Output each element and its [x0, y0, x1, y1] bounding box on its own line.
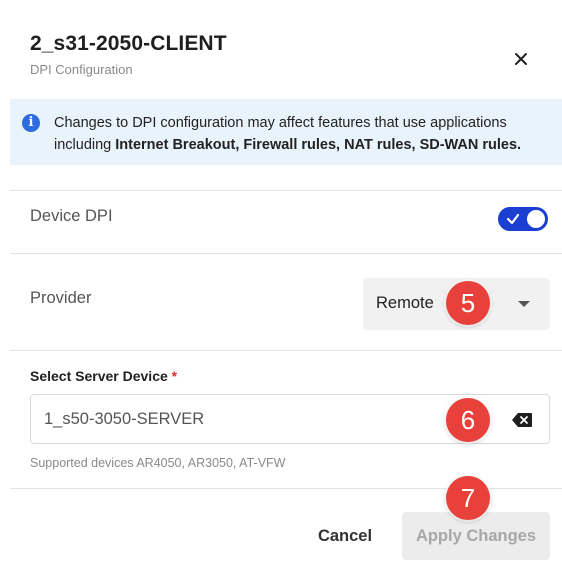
server-device-value: 1_s50-3050-SERVER [44, 410, 205, 428]
info-banner: i Changes to DPI configuration may affec… [10, 99, 562, 165]
dpi-configuration-dialog: 2_s31-2050-CLIENT DPI Configuration i Ch… [0, 0, 562, 578]
info-banner-features: Internet Breakout, Firewall rules, NAT r… [115, 137, 522, 153]
step-marker-5: 5 [446, 281, 490, 325]
close-glyph [515, 53, 527, 65]
check-icon [506, 213, 520, 225]
server-device-label-text: Select Server Device [30, 368, 168, 384]
step-marker-6: 6 [446, 398, 490, 442]
dialog-header: 2_s31-2050-CLIENT DPI Configuration [30, 32, 227, 77]
toggle-knob [527, 210, 545, 228]
apply-changes-button[interactable]: Apply Changes [402, 512, 550, 560]
divider [10, 253, 562, 254]
dialog-title: 2_s31-2050-CLIENT [30, 32, 227, 55]
provider-label: Provider [30, 289, 92, 307]
divider [10, 190, 562, 191]
step-marker-7: 7 [446, 476, 490, 520]
backspace-clear-icon[interactable] [511, 412, 533, 428]
provider-selected-value: Remote [376, 294, 434, 312]
server-device-helper-text: Supported devices AR4050, AR3050, AT-VFW [30, 456, 286, 470]
chevron-down-icon [518, 301, 530, 307]
cancel-button[interactable]: Cancel [300, 512, 390, 560]
info-banner-text: Changes to DPI configuration may affect … [54, 112, 554, 156]
device-dpi-toggle[interactable] [498, 207, 548, 231]
dialog-subtitle: DPI Configuration [30, 62, 133, 77]
server-device-label: Select Server Device * [30, 368, 177, 384]
info-icon: i [22, 114, 40, 132]
close-icon[interactable] [510, 48, 532, 70]
divider [10, 350, 562, 351]
device-dpi-label: Device DPI [30, 207, 113, 225]
required-indicator: * [171, 368, 178, 384]
